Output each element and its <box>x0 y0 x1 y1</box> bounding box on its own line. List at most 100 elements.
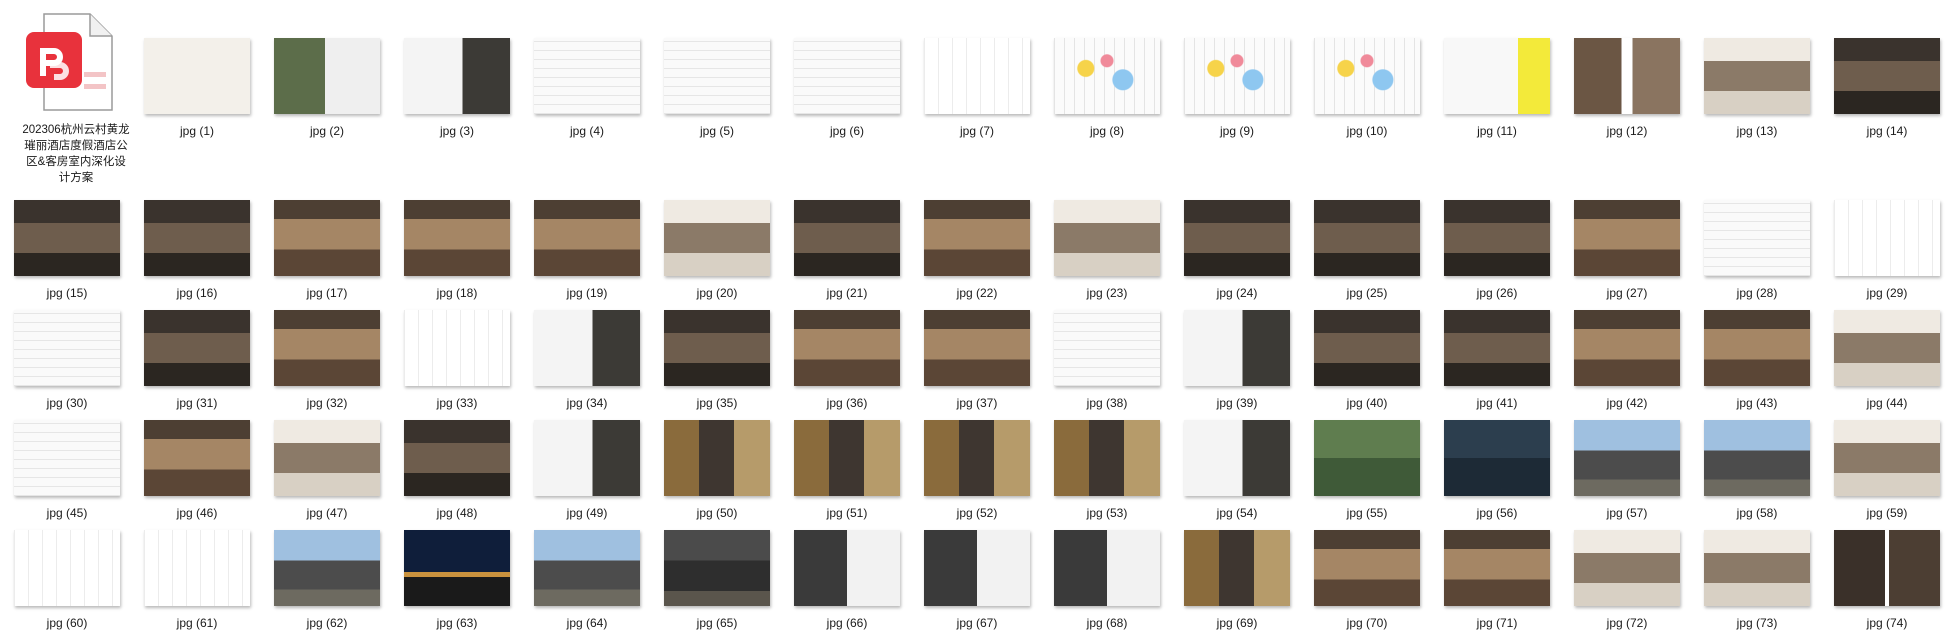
image-file-item[interactable]: jpg (33) <box>396 310 518 412</box>
image-thumbnail <box>144 420 250 496</box>
image-file-item[interactable]: jpg (24) <box>1176 200 1298 302</box>
pdf-file-item[interactable]: 202306杭州云村黄龙 璀丽酒店度假酒店公 区&客房室内深化设 计方案 <box>6 4 146 184</box>
image-file-item[interactable]: jpg (61) <box>136 530 258 632</box>
image-file-item[interactable]: jpg (60) <box>6 530 128 632</box>
image-file-item[interactable]: jpg (21) <box>786 200 908 302</box>
image-file-item[interactable]: jpg (57) <box>1566 420 1688 522</box>
image-file-item[interactable]: jpg (56) <box>1436 420 1558 522</box>
file-name-line: 计方案 <box>58 172 94 184</box>
image-file-name: jpg (20) <box>696 286 738 300</box>
image-thumbnail <box>1314 530 1420 606</box>
image-file-item[interactable]: jpg (39) <box>1176 310 1298 412</box>
image-file-item[interactable]: jpg (72) <box>1566 530 1688 632</box>
image-file-item[interactable]: jpg (6) <box>786 38 908 140</box>
image-file-item[interactable]: jpg (2) <box>266 38 388 140</box>
image-file-item[interactable]: jpg (70) <box>1306 530 1428 632</box>
image-thumbnail <box>274 310 380 386</box>
image-file-item[interactable]: jpg (4) <box>526 38 648 140</box>
image-file-name: jpg (2) <box>309 124 344 138</box>
image-file-item[interactable]: jpg (42) <box>1566 310 1688 412</box>
image-file-item[interactable]: jpg (34) <box>526 310 648 412</box>
image-file-item[interactable]: jpg (8) <box>1046 38 1168 140</box>
image-file-item[interactable]: jpg (74) <box>1826 530 1948 632</box>
image-file-item[interactable]: jpg (48) <box>396 420 518 522</box>
image-file-item[interactable]: jpg (29) <box>1826 200 1948 302</box>
image-file-item[interactable]: jpg (73) <box>1696 530 1818 632</box>
image-file-item[interactable]: jpg (36) <box>786 310 908 412</box>
image-file-item[interactable]: jpg (51) <box>786 420 908 522</box>
image-file-item[interactable]: jpg (32) <box>266 310 388 412</box>
image-file-item[interactable]: jpg (62) <box>266 530 388 632</box>
image-file-item[interactable]: jpg (54) <box>1176 420 1298 522</box>
file-name-line: 区&客房室内深化设 <box>26 156 126 168</box>
image-file-item[interactable]: jpg (10) <box>1306 38 1428 140</box>
image-file-item[interactable]: jpg (35) <box>656 310 778 412</box>
image-file-item[interactable]: jpg (67) <box>916 530 1038 632</box>
image-thumbnail <box>14 200 120 276</box>
image-file-item[interactable]: jpg (13) <box>1696 38 1818 140</box>
image-file-item[interactable]: jpg (9) <box>1176 38 1298 140</box>
image-thumbnail <box>1834 420 1940 496</box>
image-file-item[interactable]: jpg (23) <box>1046 200 1168 302</box>
image-file-item[interactable]: jpg (11) <box>1436 38 1558 140</box>
image-file-item[interactable]: jpg (41) <box>1436 310 1558 412</box>
image-file-item[interactable]: jpg (1) <box>136 38 258 140</box>
image-thumbnail <box>1184 530 1290 606</box>
image-file-name: jpg (48) <box>436 506 478 520</box>
image-file-item[interactable]: jpg (25) <box>1306 200 1428 302</box>
pdf-file-name: 202306杭州云村黄龙 璀丽酒店度假酒店公 区&客房室内深化设 计方案 <box>6 122 146 186</box>
image-thumbnail <box>664 310 770 386</box>
image-file-item[interactable]: jpg (58) <box>1696 420 1818 522</box>
image-file-item[interactable]: jpg (31) <box>136 310 258 412</box>
image-file-item[interactable]: jpg (50) <box>656 420 778 522</box>
image-file-item[interactable]: jpg (47) <box>266 420 388 522</box>
image-file-item[interactable]: jpg (30) <box>6 310 128 412</box>
image-file-item[interactable]: jpg (44) <box>1826 310 1948 412</box>
image-file-item[interactable]: jpg (66) <box>786 530 908 632</box>
image-thumbnail <box>1444 310 1550 386</box>
image-file-item[interactable]: jpg (7) <box>916 38 1038 140</box>
image-file-item[interactable]: jpg (59) <box>1826 420 1948 522</box>
image-file-item[interactable]: jpg (40) <box>1306 310 1428 412</box>
image-thumbnail <box>274 200 380 276</box>
image-file-item[interactable]: jpg (37) <box>916 310 1038 412</box>
image-file-item[interactable]: jpg (55) <box>1306 420 1428 522</box>
image-file-item[interactable]: jpg (71) <box>1436 530 1558 632</box>
image-file-item[interactable]: jpg (43) <box>1696 310 1818 412</box>
image-file-item[interactable]: jpg (12) <box>1566 38 1688 140</box>
image-file-item[interactable]: jpg (64) <box>526 530 648 632</box>
image-file-item[interactable]: jpg (16) <box>136 200 258 302</box>
image-file-item[interactable]: jpg (46) <box>136 420 258 522</box>
image-file-item[interactable]: jpg (17) <box>266 200 388 302</box>
image-file-item[interactable]: jpg (18) <box>396 200 518 302</box>
image-file-item[interactable]: jpg (28) <box>1696 200 1818 302</box>
image-file-item[interactable]: jpg (53) <box>1046 420 1168 522</box>
image-file-item[interactable]: jpg (63) <box>396 530 518 632</box>
image-thumbnail <box>274 530 380 606</box>
image-file-name: jpg (12) <box>1606 124 1648 138</box>
pdf-document-icon <box>26 13 113 111</box>
image-file-item[interactable]: jpg (3) <box>396 38 518 140</box>
image-thumbnail <box>274 38 380 114</box>
image-file-item[interactable]: jpg (45) <box>6 420 128 522</box>
image-file-item[interactable]: jpg (5) <box>656 38 778 140</box>
image-thumbnail <box>1314 200 1420 276</box>
image-file-item[interactable]: jpg (26) <box>1436 200 1558 302</box>
image-file-item[interactable]: jpg (27) <box>1566 200 1688 302</box>
image-file-item[interactable]: jpg (14) <box>1826 38 1948 140</box>
image-file-item[interactable]: jpg (19) <box>526 200 648 302</box>
image-file-item[interactable]: jpg (68) <box>1046 530 1168 632</box>
image-file-item[interactable]: jpg (52) <box>916 420 1038 522</box>
image-thumbnail <box>14 420 120 496</box>
image-file-item[interactable]: jpg (15) <box>6 200 128 302</box>
image-file-item[interactable]: jpg (69) <box>1176 530 1298 632</box>
image-thumbnail <box>1704 200 1810 276</box>
image-file-item[interactable]: jpg (22) <box>916 200 1038 302</box>
image-file-name: jpg (7) <box>959 124 994 138</box>
image-file-name: jpg (5) <box>699 124 734 138</box>
image-thumbnail <box>404 310 510 386</box>
image-file-item[interactable]: jpg (65) <box>656 530 778 632</box>
image-file-item[interactable]: jpg (38) <box>1046 310 1168 412</box>
image-file-item[interactable]: jpg (20) <box>656 200 778 302</box>
image-file-item[interactable]: jpg (49) <box>526 420 648 522</box>
